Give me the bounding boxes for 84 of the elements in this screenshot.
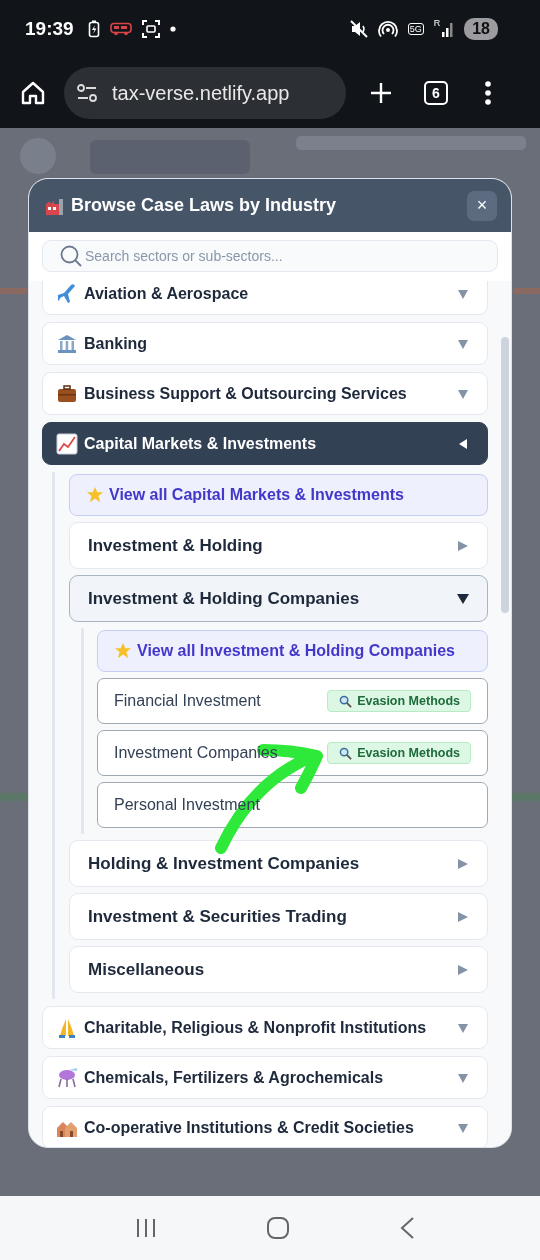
caret-icon [457,592,469,605]
view-all-text: View all Capital Markets & Investments [109,486,404,504]
flask-icon [56,1066,78,1089]
subsector-label: Investment Companies [114,744,279,762]
close-button[interactable]: × [467,190,497,221]
sector-item[interactable]: Investment & Holding [69,522,488,569]
industry-item[interactable]: Capital Markets & Investments [42,422,488,465]
bus-icon [109,22,132,36]
industry-item[interactable]: Business Support & Outsourcing Services [42,372,488,415]
evasion-methods-tag[interactable]: Evasion Methods [327,742,471,764]
search-field[interactable]: Search sectors or sub-sectors... [42,240,498,272]
industry-label: Banking [84,334,149,353]
mute-icon [349,20,368,38]
url-text: tax-verse.netlify.app [112,81,290,105]
status-time: 19:39 [25,18,74,40]
sector-label: Investment & Holding [88,535,264,556]
menu-icon[interactable] [484,81,492,105]
industry-label: Business Support & Outsourcing Services [84,384,408,403]
chart-icon [56,432,78,455]
view-all-link[interactable]: View all Capital Markets & Investments [69,474,488,516]
scrollbar-thumb[interactable] [501,337,509,613]
hotspot-icon [377,20,398,38]
address-bar[interactable]: tax-verse.netlify.app [64,67,346,119]
industry-item[interactable]: Banking [42,322,488,365]
badge-text: Evasion Methods [357,746,460,760]
caret-icon [457,539,469,552]
screenshot-icon [141,20,160,38]
bank-icon [56,332,78,355]
sector-item[interactable]: Investment & Holding Companies [69,575,488,622]
tab-count[interactable]: 6 [424,81,448,105]
sector-label: Holding & Investment Companies [88,853,361,874]
new-tab-icon[interactable] [370,82,392,104]
network-type: 5G [407,23,424,35]
industry-label: Capital Markets & Investments [84,434,318,453]
sector-item[interactable]: Miscellaneous [69,946,488,993]
sector-item[interactable]: Investment & Securities Trading [69,893,488,940]
industry-item[interactable]: Charitable, Religious & Nonprofit Institutions [42,1006,488,1049]
industry-item[interactable]: Aviation & Aerospace [42,281,488,315]
magnifier-icon [339,694,353,708]
caret-icon [457,910,469,923]
caret-icon [457,337,469,350]
home-button-icon[interactable] [266,1216,290,1240]
sector-item[interactable]: Holding & Investment Companies [69,840,488,887]
industry-item[interactable]: Chemicals, Fertilizers & Agrochemicals [42,1056,488,1099]
evasion-methods-tag[interactable]: Evasion Methods [327,690,471,712]
caret-icon [457,287,469,300]
site-settings-icon[interactable] [76,84,98,102]
subsector-label: Financial Investment [114,692,262,710]
roaming-indicator: R [433,18,441,28]
view-all-text: View all Investment & Holding Companies [137,642,455,660]
star-icon [114,642,132,660]
industry-item[interactable]: Co-operative Institutions & Credit Societies [42,1106,488,1147]
sector-label: Miscellaneous [88,959,206,980]
industry-label: Co-operative Institutions & Credit Societies [84,1118,415,1137]
subsector-item[interactable]: Investment Companies Evasion Methods [97,730,488,776]
charging-battery-icon [87,20,100,38]
modal-title: Browse Case Laws by Industry [71,195,338,216]
star-icon [86,486,104,504]
caret-icon [457,437,469,450]
briefcase-icon [56,382,78,405]
sector-label: Investment & Holding Companies [88,588,361,609]
blurred-band-drawing [0,288,27,294]
caret-icon [457,1121,469,1134]
magnifier-icon [339,746,353,760]
badge-text: Evasion Methods [357,694,460,708]
industry-label: Charitable, Religious & Nonprofit Institutions [84,1018,428,1037]
blurred-band-drawing [513,288,540,294]
recent-apps-icon[interactable] [134,1217,157,1239]
back-icon[interactable] [399,1216,416,1240]
search-icon [60,245,82,267]
dot-icon [169,26,176,32]
signal-icon [442,21,455,37]
industry-label: Chemicals, Fertilizers & Agrochemicals [84,1068,385,1087]
caret-icon [457,387,469,400]
caret-icon [457,963,469,976]
caret-icon [457,857,469,870]
battery-level: 18 [464,18,498,40]
subsector-item[interactable]: Financial Investment Evasion Methods [97,678,488,724]
caret-icon [457,1021,469,1034]
home-icon[interactable] [20,80,46,106]
industry-label: Aviation & Aerospace [84,284,250,303]
view-all-link[interactable]: View all Investment & Holding Companies [97,630,488,672]
sector-label: Investment & Securities Trading [88,906,348,927]
caret-icon [457,1071,469,1084]
